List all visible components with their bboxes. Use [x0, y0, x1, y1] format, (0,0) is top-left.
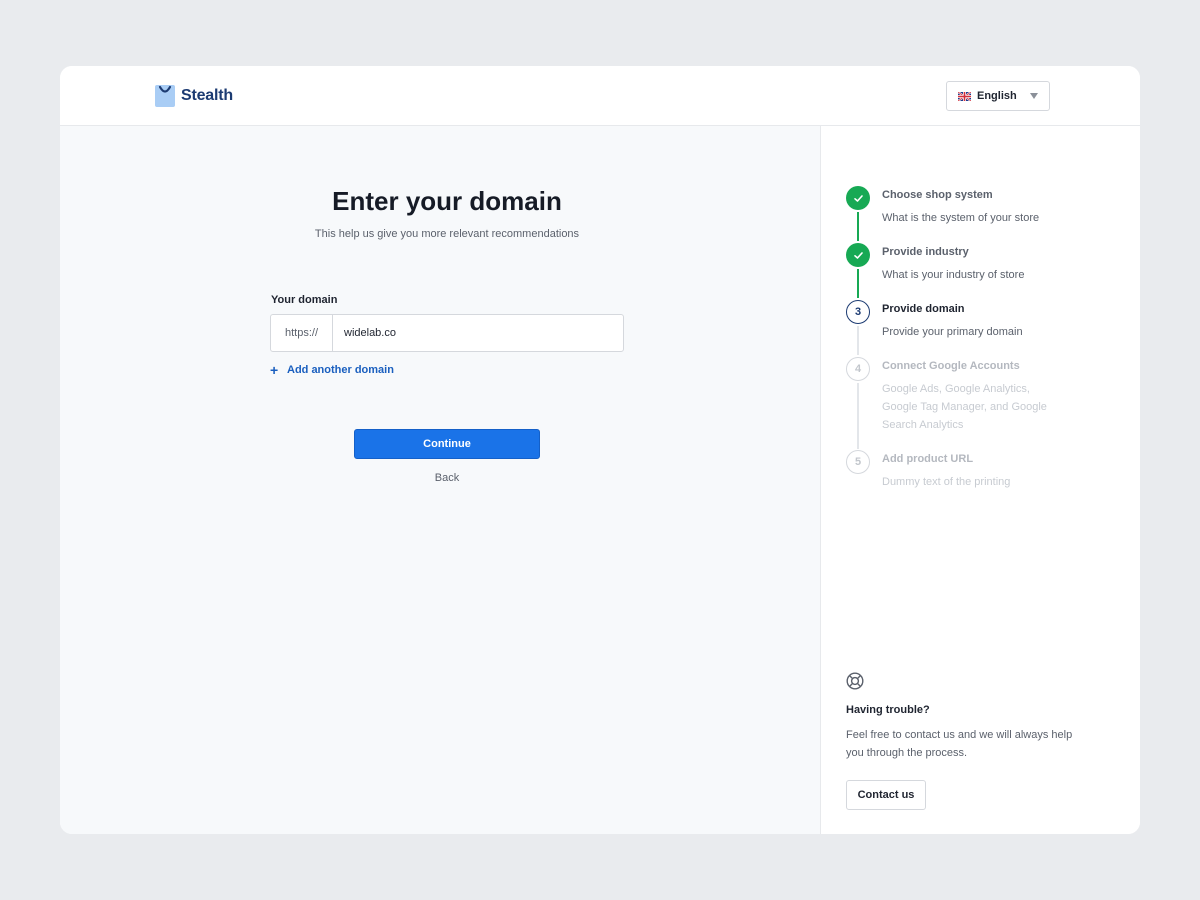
add-domain-label: Add another domain: [287, 364, 394, 376]
language-select[interactable]: English: [946, 81, 1050, 111]
language-label: English: [977, 90, 1017, 102]
domain-input-group: https://: [270, 314, 624, 352]
plus-icon: +: [270, 362, 279, 378]
continue-button[interactable]: Continue: [354, 429, 540, 459]
brand-name: Stealth: [181, 87, 233, 104]
main-panel: Enter your domain This help us give you …: [60, 126, 821, 834]
step-done-badge: [846, 186, 870, 210]
contact-us-button[interactable]: Contact us: [846, 780, 926, 810]
step-title: Choose shop system: [882, 189, 993, 201]
help-text: Feel free to contact us and we will alwa…: [846, 729, 1073, 759]
step-connector: [857, 212, 859, 241]
shopping-bag-icon: [155, 85, 175, 107]
step-number-badge: 3: [846, 300, 870, 324]
step-title: Provide domain: [882, 303, 965, 315]
check-icon: [853, 251, 863, 259]
step-connector: [857, 383, 859, 449]
step-description: Provide your primary domain: [882, 326, 1023, 338]
check-icon: [853, 194, 863, 202]
uk-flag-icon: [958, 91, 971, 101]
step-done-badge: [846, 243, 870, 267]
domain-field-label: Your domain: [271, 294, 338, 306]
step-description: Dummy text of the printing: [882, 476, 1011, 488]
page-subtitle: This help us give you more relevant reco…: [314, 228, 580, 240]
step-number-badge: 5: [846, 450, 870, 474]
top-bar: Stealth English: [60, 66, 1140, 126]
add-another-domain-link[interactable]: + Add another domain: [270, 362, 394, 378]
back-link[interactable]: Back: [60, 472, 834, 484]
lifebuoy-icon: [846, 672, 864, 690]
step-title: Connect Google Accounts: [882, 360, 1020, 372]
chevron-down-icon: [1030, 93, 1038, 99]
step-description: What is your industry of store: [882, 269, 1025, 281]
step-description: What is the system of your store: [882, 212, 1040, 224]
step-connector: [857, 326, 859, 355]
step-number-badge: 4: [846, 357, 870, 381]
step-title: Add product URL: [882, 453, 974, 465]
step-title: Provide industry: [882, 246, 969, 258]
onboarding-card: Stealth English Enter your domain This h…: [60, 66, 1140, 834]
protocol-prefix: https://: [271, 315, 333, 351]
progress-sidebar: Choose shop system What is the system of…: [822, 126, 1140, 834]
help-title: Having trouble?: [846, 704, 930, 716]
brand-logo[interactable]: Stealth: [155, 85, 233, 107]
step-description: Google Ads, Google Analytics, Google Tag…: [882, 383, 1047, 431]
domain-input[interactable]: [333, 315, 623, 351]
step-connector: [857, 269, 859, 298]
page-title: Enter your domain: [332, 186, 562, 216]
